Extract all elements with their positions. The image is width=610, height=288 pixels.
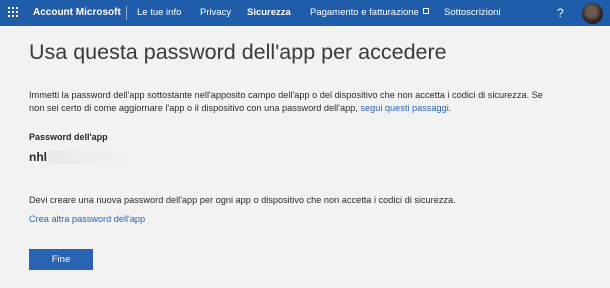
password-redaction bbox=[48, 150, 140, 164]
intro-text-line-1: Immetti la password dell'app sottostante… bbox=[29, 90, 543, 100]
app-password-value: nhl bbox=[29, 150, 47, 164]
intro-text: non sei certo di come aggiornare l'app o… bbox=[29, 102, 361, 113]
external-link-icon bbox=[422, 8, 429, 14]
avatar[interactable] bbox=[582, 3, 603, 24]
nav-item-payment-label: Pagamento e fatturazione bbox=[310, 7, 419, 18]
top-nav-bar: Account Microsoft Le tue info Privacy Si… bbox=[0, 0, 610, 26]
app-password-label: Password dell'app bbox=[29, 132, 108, 142]
intro-period: . bbox=[448, 102, 452, 113]
app-launcher-icon[interactable] bbox=[8, 7, 20, 19]
nav-item-security[interactable]: Sicurezza bbox=[247, 0, 291, 26]
create-another-password-link[interactable]: Crea altra password dell'app bbox=[29, 214, 145, 224]
page-title: Usa questa password dell'app per acceder… bbox=[29, 40, 447, 64]
note-text: Devi creare una nuova password dell'app … bbox=[29, 195, 456, 205]
nav-item-privacy[interactable]: Privacy bbox=[200, 0, 231, 26]
nav-item-your-info[interactable]: Le tue info bbox=[137, 0, 181, 26]
done-button[interactable]: Fine bbox=[29, 249, 93, 270]
brand-title[interactable]: Account Microsoft bbox=[33, 0, 121, 26]
nav-item-subscriptions[interactable]: Sottoscrizioni bbox=[444, 0, 501, 26]
help-icon[interactable]: ? bbox=[557, 0, 564, 26]
instructions-link[interactable]: segui questi passaggi bbox=[360, 103, 448, 113]
nav-item-payment-billing[interactable]: Pagamento e fatturazione bbox=[310, 0, 429, 26]
nav-divider bbox=[126, 6, 127, 20]
intro-text-line-2: non sei certo di come aggiornare l'app o… bbox=[29, 102, 451, 115]
